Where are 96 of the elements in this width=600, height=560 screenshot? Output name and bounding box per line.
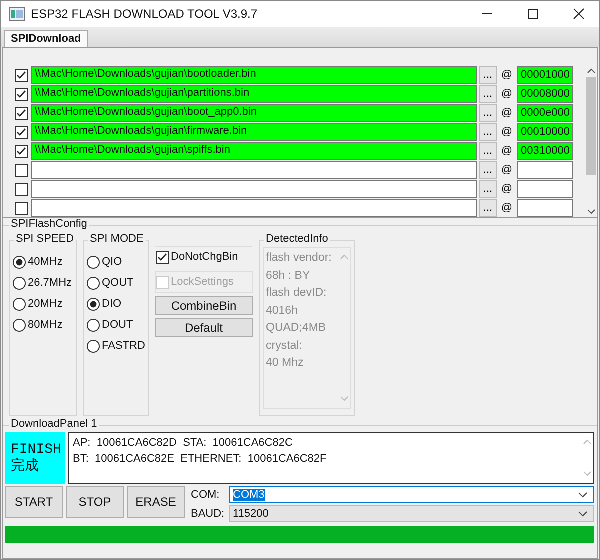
at-sign: @ [500,88,514,100]
close-icon[interactable] [573,8,585,20]
file-path-field[interactable]: \\Mac\Home\Downloads\gujian\spiffs.bin [31,142,477,160]
chevron-down-icon [578,492,588,498]
file-path-field[interactable]: \\Mac\Home\Downloads\gujian\firmware.bin [31,123,477,141]
dropdown[interactable]: COM3 [229,486,594,503]
section-title: DownloadPanel 1 [9,418,100,430]
field-label: COM: [191,488,221,500]
window-title: ESP32 FLASH DOWNLOAD TOOL V3.9.7 [31,7,258,21]
browse-button[interactable]: ... [479,199,497,217]
radio-button[interactable] [13,256,26,268]
scrollbar[interactable] [585,66,597,217]
checkbox-option[interactable]: DoNotChgBin [155,246,253,268]
radio-option[interactable]: DIO [87,297,148,311]
browse-button[interactable]: ... [479,123,497,141]
info-line: flash devID: [266,286,328,301]
checkbox[interactable] [156,250,169,264]
address-field[interactable] [517,180,573,198]
radio-button[interactable] [13,298,26,310]
field-label: BAUD: [191,508,223,520]
radio-option[interactable]: FASTRD [87,339,148,353]
checkbox[interactable] [15,68,28,82]
browse-button[interactable]: ... [479,180,497,198]
radio-option[interactable]: QOUT [87,276,148,290]
at-sign: @ [500,126,514,138]
radio-option[interactable]: 40MHz [13,255,76,269]
address-field[interactable]: 00310000 [517,142,573,160]
radio-option[interactable]: 80MHz [13,318,76,332]
app-icon [9,7,25,21]
file-path-field[interactable] [31,199,477,217]
log-line: BT: 10061CA6C82E ETHERNET: 10061CA6C82F [73,452,328,467]
group-title: DetectedInfo [264,233,330,245]
checkbox[interactable] [15,126,28,138]
scrollbar-thumb[interactable] [586,77,596,175]
checkbox[interactable] [15,144,28,158]
browse-button[interactable]: ... [479,66,497,84]
maximize-icon[interactable] [527,8,539,20]
address-field[interactable]: 00010000 [517,123,573,141]
info-line: 4016h [266,304,299,318]
file-path-field[interactable]: \\Mac\Home\Downloads\gujian\bootloader.bin [31,66,477,84]
at-sign: @ [500,164,514,176]
checkbox[interactable] [15,182,28,196]
action-button[interactable]: STOP [66,486,124,518]
info-line: QUAD;4MB [266,321,328,336]
at-sign: @ [500,69,514,81]
info-line: crystal: [266,338,304,354]
browse-button[interactable]: ... [479,142,497,160]
info-line: 40 Mhz [266,356,305,371]
at-sign: @ [500,107,514,119]
browse-button[interactable]: ... [479,85,497,103]
radio-button[interactable] [87,340,100,352]
action-button[interactable]: Default [155,318,253,337]
address-field[interactable] [517,199,573,217]
action-button[interactable]: ERASE [127,486,185,518]
radio-option[interactable]: 20MHz [13,297,76,311]
radio-button[interactable] [87,256,100,268]
action-button[interactable]: START [5,486,63,518]
radio-button[interactable] [87,298,100,310]
checkbox[interactable] [15,202,28,214]
checkbox[interactable] [15,164,28,176]
radio-button[interactable] [87,318,100,332]
checkbox[interactable] [15,88,28,100]
section-title: SPIFlashConfig [9,218,90,230]
radio-button[interactable] [87,276,100,290]
chevron-down-icon [578,510,588,516]
radio-option[interactable]: QIO [87,255,148,269]
browse-button[interactable]: ... [479,161,497,179]
file-path-field[interactable]: \\Mac\Home\Downloads\gujian\boot_app0.bin [31,104,477,122]
at-sign: @ [500,202,514,214]
checkbox[interactable] [15,106,28,120]
radio-option[interactable]: DOUT [87,318,148,332]
info-line: flash vendor: [266,251,333,266]
file-path-field[interactable]: \\Mac\Home\Downloads\gujian\partitions.bin [31,85,477,103]
at-sign: @ [500,145,514,157]
scroll-up-icon[interactable] [586,68,596,74]
address-field[interactable] [517,161,573,179]
address-field[interactable]: 00001000 [517,66,573,84]
address-field[interactable]: 00008000 [517,85,573,103]
browse-button[interactable]: ... [479,104,497,122]
status-text: FINISH [11,443,62,458]
radio-button[interactable] [13,276,26,290]
at-sign: @ [500,183,514,195]
radio-option[interactable]: 26.7MHz [13,276,76,290]
log-line: AP: 10061CA6C82D STA: 10061CA6C82C [73,436,294,451]
address-field[interactable]: 0000e000 [517,104,573,122]
scroll-down-icon[interactable] [586,209,596,215]
radio-button[interactable] [13,318,26,332]
action-button[interactable]: CombineBin [155,296,253,315]
dropdown[interactable]: 115200 [229,505,594,522]
status-text: 完成 [11,458,40,473]
file-path-field[interactable] [31,180,477,198]
group-title: SPI MODE [88,233,146,245]
group-title: SPI SPEED [14,233,76,245]
info-line: 68h : BY [266,268,312,284]
tab[interactable]: SPIDownload [4,30,88,47]
file-path-field[interactable] [31,161,477,179]
